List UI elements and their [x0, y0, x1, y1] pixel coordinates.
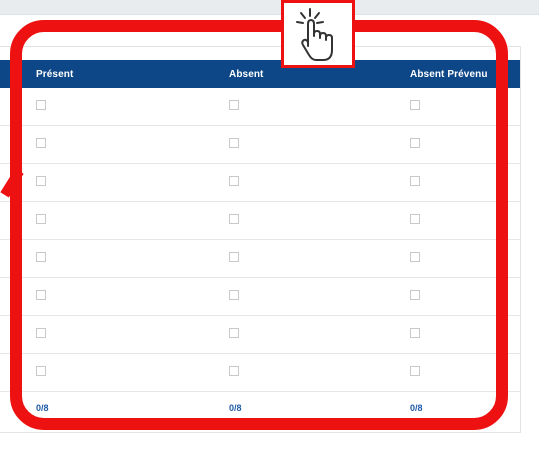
hand-click-icon: [296, 8, 333, 61]
top-bar: [0, 0, 539, 15]
click-indicator: [281, 0, 355, 68]
highlight-frame: [10, 20, 508, 430]
